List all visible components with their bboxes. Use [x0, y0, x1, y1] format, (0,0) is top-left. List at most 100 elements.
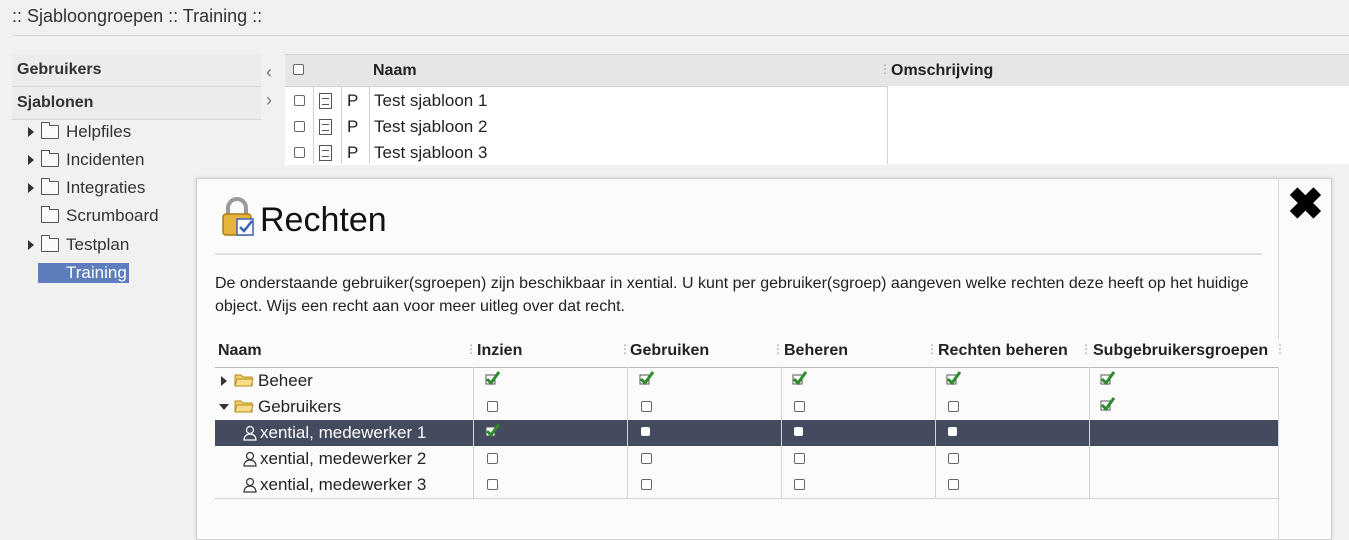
checkbox-icon [487, 401, 498, 412]
check-icon [639, 371, 655, 386]
check-icon [485, 423, 501, 438]
right-checkbox[interactable] [792, 398, 806, 414]
checkbox-icon [641, 479, 652, 490]
user-icon [243, 425, 257, 441]
row-type: P [347, 143, 359, 162]
folder-icon [41, 150, 59, 167]
expand-arrow-icon[interactable] [28, 155, 34, 165]
table-bottom-border [215, 498, 1279, 499]
right-granted-check[interactable] [946, 371, 962, 388]
right-granted-check[interactable] [485, 371, 501, 388]
column-resize-handle[interactable]: ⋮ [926, 342, 938, 356]
breadcrumb: :: Sjabloongroepen :: Training :: [12, 6, 263, 26]
right-granted-check[interactable] [1100, 371, 1116, 388]
column-header-subgebruikersgroepen[interactable]: Subgebruikersgroepen [1093, 342, 1268, 360]
right-checkbox[interactable] [946, 424, 960, 440]
right-checkbox[interactable] [639, 424, 653, 440]
checkbox-icon [641, 427, 650, 436]
title-divider [215, 253, 1262, 255]
checkbox-icon [487, 453, 498, 464]
checkbox-icon [487, 479, 498, 490]
right-checkbox[interactable] [485, 476, 499, 492]
document-icon [319, 93, 332, 109]
right-checkbox[interactable] [639, 476, 653, 492]
right-checkbox[interactable] [639, 450, 653, 466]
column-header-beheren[interactable]: Beheren [784, 342, 848, 360]
checkbox-icon [948, 453, 959, 464]
right-checkbox[interactable] [946, 476, 960, 492]
right-checkbox[interactable] [639, 398, 653, 414]
column-header-inzien[interactable]: Inzien [477, 342, 522, 360]
row-name: Beheer [258, 371, 313, 390]
column-header-naam[interactable]: Naam [218, 342, 262, 360]
right-checkbox[interactable] [946, 450, 960, 466]
right-checkbox[interactable] [946, 398, 960, 414]
expand-arrow-icon[interactable] [28, 183, 34, 193]
checkbox-icon [794, 427, 803, 436]
column-resize-handle[interactable]: ⋮ [772, 342, 784, 356]
row-checkbox[interactable] [294, 147, 305, 158]
close-icon[interactable]: ✖ [1287, 179, 1324, 231]
right-granted-check[interactable] [792, 371, 808, 388]
user-row[interactable]: xential, medewerker 1 [215, 420, 1279, 446]
collapse-arrow-icon[interactable] [219, 404, 229, 410]
group-row[interactable]: Gebruikers [215, 394, 1279, 420]
table-row[interactable]: P Test sjabloon 1 [285, 87, 887, 113]
row-checkbox[interactable] [294, 121, 305, 132]
expand-arrow-icon[interactable] [28, 240, 34, 250]
column-divider [369, 86, 370, 164]
row-name: Gebruikers [258, 397, 342, 416]
right-granted-check[interactable] [639, 371, 655, 388]
row-name: Test sjabloon 2 [374, 117, 488, 136]
dialog-description: De onderstaande gebruiker(sgroepen) zijn… [215, 275, 1249, 315]
expand-arrow-icon[interactable] [28, 127, 34, 137]
right-checkbox[interactable] [485, 450, 499, 466]
check-icon [1100, 371, 1116, 386]
right-checkbox[interactable] [792, 424, 806, 440]
folder-icon [41, 235, 59, 252]
table-row[interactable]: P Test sjabloon 3 [285, 139, 887, 165]
dialog-title: Rechten [260, 201, 387, 239]
expand-arrow-icon[interactable] [221, 376, 227, 386]
select-all-checkbox[interactable] [293, 64, 304, 75]
right-checkbox[interactable] [485, 398, 499, 414]
tree-item-label: Integraties [66, 178, 146, 197]
row-checkbox[interactable] [294, 95, 305, 106]
right-checkbox[interactable] [792, 476, 806, 492]
right-granted-check[interactable] [1100, 397, 1116, 414]
panel-toggle[interactable]: ‹ › [266, 58, 272, 114]
folder-open-icon [234, 374, 254, 387]
right-checkbox[interactable] [792, 450, 806, 466]
table-row[interactable]: P Test sjabloon 2 [285, 113, 887, 139]
document-icon [319, 145, 332, 161]
check-icon [792, 371, 808, 386]
column-header-omschrijving[interactable]: Omschrijving [891, 62, 993, 80]
close-panel: ✖ [1278, 179, 1331, 539]
column-divider [341, 86, 342, 164]
column-header-gebruiken[interactable]: Gebruiken [630, 342, 709, 360]
checkbox-icon [948, 427, 957, 436]
user-row[interactable]: xential, medewerker 3 [215, 472, 1279, 498]
column-resize-handle[interactable]: ⋮ [879, 62, 891, 76]
group-row[interactable]: Beheer [215, 368, 1279, 394]
column-resize-handle[interactable]: ⋮ [1080, 342, 1092, 356]
tree-item-label: Scrumboard [66, 206, 159, 225]
column-divider [627, 367, 628, 499]
row-name: xential, medewerker 2 [260, 449, 427, 468]
row-name: Test sjabloon 1 [374, 91, 488, 110]
user-icon [243, 451, 257, 467]
nav-header-gebruikers[interactable]: Gebruikers [12, 54, 261, 87]
column-header-naam[interactable]: Naam [373, 62, 417, 80]
column-resize-handle[interactable]: ⋮ [465, 342, 477, 356]
column-header-rechten-beheren[interactable]: Rechten beheren [938, 342, 1068, 360]
column-divider [935, 367, 936, 499]
expand-right-icon[interactable]: › [266, 86, 272, 114]
column-resize-handle[interactable]: ⋮ [1274, 342, 1286, 356]
tree-item-label: Training [38, 263, 129, 283]
column-divider [473, 367, 474, 499]
check-icon [1100, 397, 1116, 412]
right-granted-check[interactable] [485, 423, 501, 440]
user-row[interactable]: xential, medewerker 2 [215, 446, 1279, 472]
nav-header-sjablonen[interactable]: Sjablonen [12, 87, 261, 120]
collapse-left-icon[interactable]: ‹ [266, 58, 272, 86]
